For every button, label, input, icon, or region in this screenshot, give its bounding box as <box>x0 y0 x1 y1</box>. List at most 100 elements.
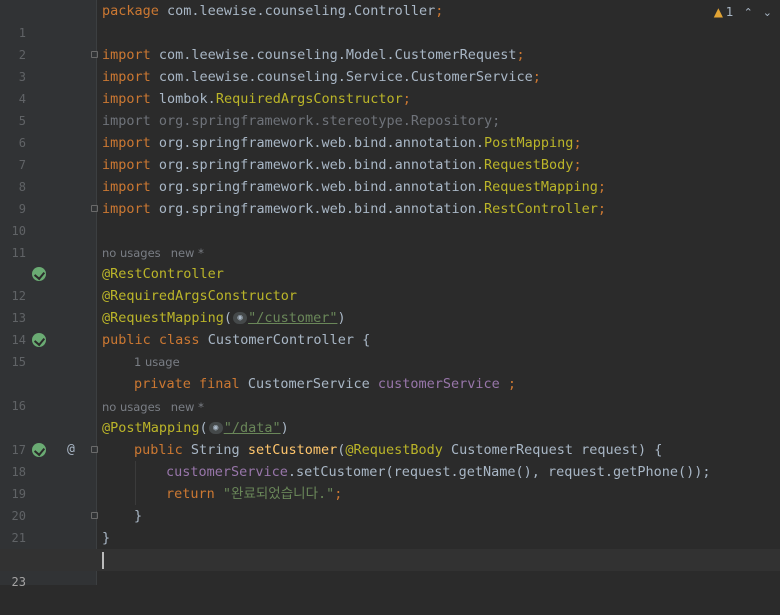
usages-hint[interactable]: no usages <box>102 400 161 414</box>
import-path: lombok. <box>150 91 216 107</box>
keyword-class: class <box>158 332 200 348</box>
code-line-2[interactable]: 2 <box>0 22 780 62</box>
fold-toggle-icon[interactable] <box>91 446 98 453</box>
web-endpoint-icon[interactable]: ◉ <box>208 422 223 434</box>
keyword-final: final <box>199 376 240 392</box>
paren: ( <box>223 310 233 326</box>
usage-hint[interactable]: no usages new * <box>102 242 214 264</box>
code-line-7[interactable]: 7 import org.springframework.web.bind.an… <box>0 132 780 172</box>
spring-endpoint-icon[interactable] <box>32 443 46 457</box>
keyword-import: import <box>102 91 151 107</box>
code-line-14[interactable]: 14 @RequestMapping(◉ "/customer") <box>0 307 780 347</box>
code-line-15[interactable]: 15 public class CustomerController { <box>0 329 780 369</box>
import-class: RestController <box>484 201 598 217</box>
usages-hint[interactable]: 1 usage <box>134 355 180 369</box>
method-name: setCustomer <box>247 442 338 458</box>
code-line-22[interactable]: 22 } <box>0 527 780 567</box>
annotation-request-body: @RequestBody <box>345 442 443 458</box>
code-line-10[interactable]: 10 import org.springframework.web.bind.a… <box>0 198 780 238</box>
fold-toggle-icon[interactable] <box>91 205 98 212</box>
code-line-1[interactable]: 1 package com.leewise.counseling.Control… <box>0 0 780 40</box>
return-type: String <box>182 442 248 458</box>
spring-bean-icon[interactable] <box>32 333 46 347</box>
web-endpoint-icon[interactable]: ◉ <box>233 312 248 324</box>
import-path: org.springframework.web.bind.annotation. <box>150 135 485 151</box>
annotation-request-mapping: @RequestMapping <box>102 310 224 326</box>
field-name: customerService <box>377 376 500 392</box>
path-string[interactable]: "/data" <box>224 420 281 436</box>
code-line-16[interactable]: 16 private final CustomerService custome… <box>0 373 780 413</box>
semicolon: ; <box>435 3 444 19</box>
return-string: "완료되었습니다." <box>222 486 335 502</box>
semicolon: ; <box>597 201 606 217</box>
code-line-11[interactable]: 11 <box>0 220 780 260</box>
import-class: RequestMapping <box>484 179 598 195</box>
keyword-import: import <box>102 157 151 173</box>
code-line-12[interactable]: 12 @RestController <box>0 263 780 303</box>
method-params: CustomerRequest request) { <box>442 442 663 458</box>
keyword-public: public <box>102 332 151 348</box>
import-class: CustomerRequest <box>394 47 517 63</box>
class-declaration: CustomerController { <box>199 332 371 348</box>
keyword-public: public <box>134 442 183 458</box>
usage-hint[interactable]: no usages new * <box>102 396 214 418</box>
import-path: com.leewise.counseling.Service. <box>150 69 411 85</box>
paren: ) <box>280 420 289 436</box>
import-class: RequiredArgsConstructor <box>215 91 403 107</box>
field-reference: customerService <box>166 464 288 480</box>
closing-brace: } <box>102 530 111 546</box>
keyword-package: package <box>102 3 159 19</box>
import-path: org.springframework.web.bind.annotation. <box>150 179 485 195</box>
code-line-20[interactable]: 20 return "완료되었습니다."; <box>0 483 780 523</box>
keyword-private: private <box>134 376 191 392</box>
unused-import: import org.springframework.stereotype.Re… <box>102 113 501 129</box>
semicolon: ; <box>499 376 517 392</box>
annotation-post-mapping: @PostMapping <box>102 420 200 436</box>
annotation-required-args: @RequiredArgsConstructor <box>102 288 298 304</box>
fold-toggle-icon[interactable] <box>91 512 98 519</box>
code-line-13[interactable]: 13 @RequiredArgsConstructor <box>0 285 780 325</box>
method-call: .setCustomer(request.getName(), request.… <box>287 464 711 480</box>
semicolon: ; <box>532 69 541 85</box>
paren: ) <box>337 310 346 326</box>
code-line-5[interactable]: 5 import lombok.RequiredArgsConstructor; <box>0 88 780 128</box>
line-number: 23 <box>11 575 26 589</box>
usages-hint[interactable]: no usages <box>102 246 161 260</box>
author-hint[interactable]: new * <box>171 400 204 414</box>
code-line-8[interactable]: 8 import org.springframework.web.bind.an… <box>0 154 780 194</box>
author-hint[interactable]: new * <box>171 246 204 260</box>
import-class: RequestBody <box>484 157 574 173</box>
keyword-import: import <box>102 179 151 195</box>
keyword-import: import <box>102 201 151 217</box>
semicolon: ; <box>573 135 582 151</box>
code-line-4[interactable]: 4 import com.leewise.counseling.Service.… <box>0 66 780 106</box>
code-line-6[interactable]: 6 import org.springframework.stereotype.… <box>0 110 780 150</box>
line-number: 15 <box>11 355 26 369</box>
closing-brace: } <box>134 508 143 524</box>
code-line-23[interactable]: 23 <box>0 549 780 589</box>
line-number: 11 <box>11 246 26 260</box>
code-line-18[interactable]: 18 @ public String setCustomer(@RequestB… <box>0 439 780 479</box>
semicolon: ; <box>402 91 411 107</box>
semicolon: ; <box>516 47 525 63</box>
code-line-3[interactable]: 3 import com.leewise.counseling.Model.Cu… <box>0 44 780 84</box>
paren: ( <box>199 420 208 436</box>
spring-bean-icon[interactable] <box>32 267 46 281</box>
package-name: com.leewise.counseling.Controller <box>158 3 436 19</box>
keyword-import: import <box>102 47 151 63</box>
keyword-import: import <box>102 135 151 151</box>
at-sign-icon[interactable]: @ <box>67 439 75 461</box>
code-line-21[interactable]: 21 } <box>0 505 780 545</box>
code-line-19[interactable]: 19 customerService.setCustomer(request.g… <box>0 461 780 501</box>
fold-toggle-icon[interactable] <box>91 51 98 58</box>
indent-guide <box>135 461 136 505</box>
semicolon: ; <box>334 486 343 502</box>
code-line-9[interactable]: 9 import org.springframework.web.bind.an… <box>0 176 780 216</box>
line-number: 16 <box>11 399 26 413</box>
code-line-17[interactable]: 17 @PostMapping(◉ "/data") <box>0 417 780 457</box>
keyword-import: import <box>102 69 151 85</box>
text-caret <box>102 551 104 569</box>
path-string[interactable]: "/customer" <box>248 310 337 326</box>
import-path: com.leewise.counseling.Model. <box>150 47 395 63</box>
usage-hint[interactable]: 1 usage <box>134 351 190 373</box>
